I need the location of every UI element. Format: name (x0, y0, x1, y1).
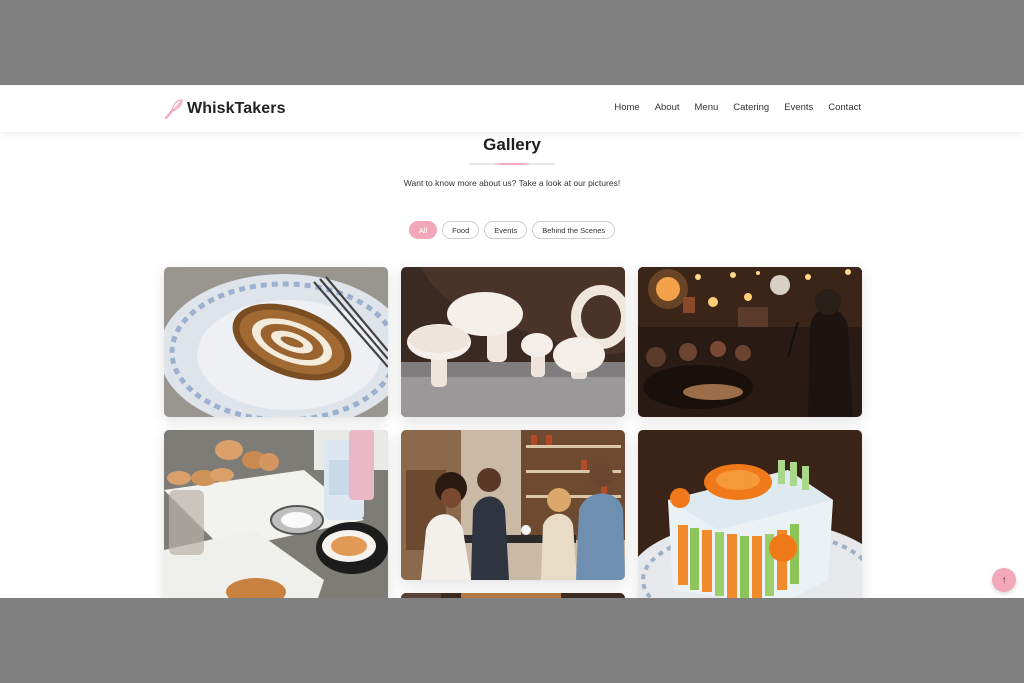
photo-friends-cafe (401, 430, 625, 580)
main-nav: Home About Menu Catering Events Contact (599, 102, 861, 113)
photo-live-music (638, 267, 862, 417)
brand-logo[interactable]: WhiskTakers (164, 97, 286, 121)
gallery-filters: All Food Events Behind the Scenes (0, 221, 1024, 239)
arrow-up-icon: ↑ (1001, 574, 1007, 586)
gallery-photo-friends-cafe[interactable] (401, 430, 625, 580)
title-divider (469, 163, 555, 165)
photo-pastry-prep (164, 430, 388, 598)
gallery-photo-partial[interactable] (401, 593, 625, 598)
gallery-photo-pastry-prep[interactable] (164, 430, 388, 598)
nav-about[interactable]: About (655, 102, 680, 113)
scroll-to-top-button[interactable]: ↑ (992, 568, 1016, 592)
photo-pumpkin-roll (164, 267, 388, 417)
nav-menu[interactable]: Menu (695, 102, 719, 113)
navbar: WhiskTakers Home About Menu Catering Eve… (0, 85, 1024, 132)
gallery-photo-decorated-cake[interactable] (638, 430, 862, 598)
nav-home[interactable]: Home (614, 102, 639, 113)
nav-events[interactable]: Events (784, 102, 813, 113)
filter-food[interactable]: Food (442, 221, 480, 239)
nav-contact[interactable]: Contact (828, 102, 861, 113)
whisk-icon (164, 99, 183, 120)
photo-meringue-mushrooms (401, 267, 625, 417)
nav-catering[interactable]: Catering (733, 102, 769, 113)
brand-name: WhiskTakers (187, 100, 286, 117)
gallery-photo-pumpkin-roll[interactable] (164, 267, 388, 417)
page-title: Gallery (483, 135, 541, 154)
filter-all[interactable]: All (408, 221, 438, 239)
page-subtitle: Want to know more about us? Take a look … (403, 178, 621, 188)
gallery-photo-live-music[interactable] (638, 267, 862, 417)
filter-behind-the-scenes[interactable]: Behind the Scenes (532, 221, 616, 239)
gallery-photo-meringue-mushrooms[interactable] (401, 267, 625, 417)
photo-decorated-cake (638, 430, 862, 598)
photo-partial (401, 593, 625, 598)
page-viewport: WhiskTakers Home About Menu Catering Eve… (0, 85, 1024, 598)
filter-events[interactable]: Events (484, 221, 528, 239)
